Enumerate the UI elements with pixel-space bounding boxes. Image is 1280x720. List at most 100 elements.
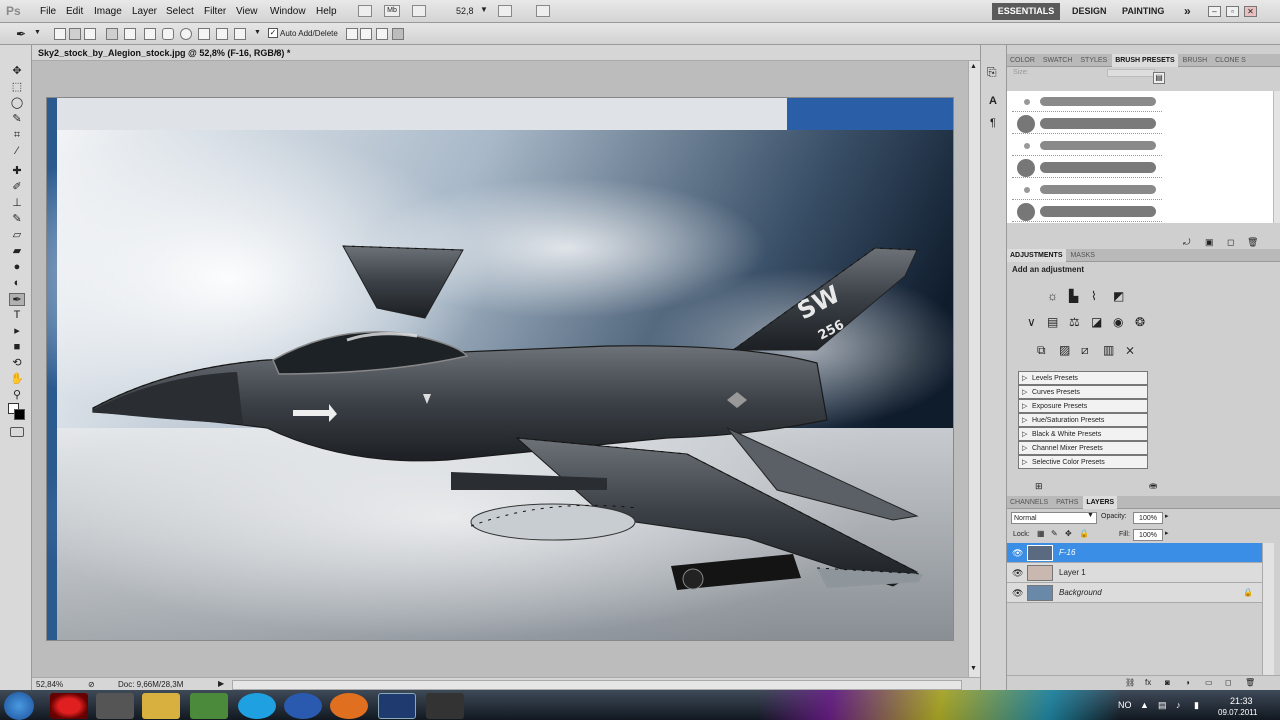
menu-edit[interactable]: Edit (66, 6, 83, 17)
volume-icon[interactable]: ♪ (1176, 700, 1181, 710)
shape-tool-icon[interactable]: ■ (9, 341, 25, 354)
blend-mode-dropdown-icon[interactable]: ▼ (1087, 512, 1094, 519)
tab-layers[interactable]: LAYERS (1083, 496, 1118, 509)
visibility-eye-icon[interactable]: 👁 (1012, 563, 1023, 583)
fill-slider-arrow-icon[interactable]: ▸ (1165, 529, 1169, 537)
layer-name[interactable]: Background (1059, 583, 1102, 603)
restore-button[interactable]: ▫ (1226, 6, 1239, 17)
workspace-painting[interactable]: PAINTING (1116, 3, 1170, 20)
black-white-icon[interactable]: ◪ (1091, 315, 1102, 329)
history-brush-tool-icon[interactable]: ✎ (9, 213, 25, 226)
brush-size-slider[interactable] (1107, 69, 1155, 77)
gradient-tool-icon[interactable]: ▰ (9, 245, 25, 258)
paragraph-panel-icon[interactable]: ¶ (990, 117, 996, 129)
scroll-down-icon[interactable]: ▼ (970, 665, 977, 672)
workspace-more-button[interactable]: » (1178, 3, 1197, 20)
tab-swatch[interactable]: SWATCH (1040, 54, 1076, 67)
posterize-icon[interactable]: ▨ (1059, 343, 1070, 357)
list-item[interactable] (1012, 179, 1162, 200)
new-preset-icon[interactable]: ◻ (1227, 237, 1234, 248)
bridge-icon[interactable] (358, 5, 372, 17)
minimize-button[interactable]: – (1208, 6, 1221, 17)
history-panel-icon[interactable]: ⎘ (987, 65, 997, 80)
selective-color-icon[interactable]: ⨯ (1125, 343, 1135, 357)
lock-all-icon[interactable]: 🔒 (1079, 529, 1089, 538)
list-item[interactable]: ▷ Black & White Presets (1018, 427, 1148, 441)
adjustments-options-icon[interactable]: ⛂ (1149, 481, 1157, 492)
expanded-view-icon[interactable]: ⊞ (1035, 481, 1043, 492)
custom-shape-icon[interactable] (234, 28, 246, 40)
healing-brush-tool-icon[interactable]: ✚ (9, 165, 25, 178)
blur-tool-icon[interactable]: ● (9, 261, 25, 274)
arrange-documents-icon[interactable] (498, 5, 512, 17)
layer-style-icon[interactable]: fx (1145, 678, 1151, 687)
layer-row-background[interactable]: 👁 Background 🔒 (1007, 583, 1262, 603)
brush-tool-icon[interactable]: ✐ (9, 181, 25, 194)
skype-taskbar-icon[interactable] (238, 693, 276, 719)
tab-channels[interactable]: CHANNELS (1007, 496, 1051, 509)
foreground-color-swatch[interactable] (14, 409, 25, 420)
layer-row-f16[interactable]: 👁 F-16 (1007, 543, 1262, 563)
curves-icon[interactable]: ⌇ (1091, 289, 1097, 303)
brush-list-scrollbar[interactable] (1273, 91, 1280, 223)
list-item[interactable]: ▷ Selective Color Presets (1018, 455, 1148, 469)
menu-layer[interactable]: Layer (132, 6, 157, 17)
channel-mixer-icon[interactable]: ❂ (1135, 315, 1145, 329)
menu-window[interactable]: Window (270, 6, 306, 17)
opacity-slider-arrow-icon[interactable]: ▸ (1165, 512, 1169, 520)
network-icon[interactable]: ▤ (1158, 700, 1167, 711)
lasso-tool-icon[interactable]: ◯ (9, 97, 25, 110)
gradient-map-icon[interactable]: ▥ (1103, 343, 1114, 357)
minecraft-taskbar-icon[interactable] (190, 693, 228, 719)
menu-help[interactable]: Help (316, 6, 337, 17)
zoom-level-field[interactable]: 52,8 (456, 6, 474, 16)
new-brush-icon[interactable]: ▣ (1205, 237, 1214, 248)
photoshop-taskbar-icon[interactable] (378, 693, 416, 719)
auto-add-delete-checkbox[interactable]: ✓ (268, 28, 278, 38)
media-taskbar-icon[interactable] (96, 693, 134, 719)
status-menu-arrow-icon[interactable]: ▶ (218, 679, 224, 688)
marquee-tool-icon[interactable]: ⬚ (9, 81, 25, 94)
rectangle-icon[interactable] (144, 28, 156, 40)
list-item[interactable]: ▷ Levels Presets (1018, 371, 1148, 385)
quick-mask-icon[interactable] (10, 427, 24, 437)
tab-paths[interactable]: PATHS (1053, 496, 1081, 509)
tab-brush[interactable]: BRUSH (1180, 54, 1211, 67)
opacity-input[interactable]: 100% (1133, 512, 1163, 524)
visibility-eye-icon[interactable]: 👁 (1012, 583, 1023, 603)
vibrance-icon[interactable]: ∨ (1027, 315, 1036, 329)
document-tab-title[interactable]: Sky2_stock_by_Alegion_stock.jpg @ 52,8% … (38, 48, 290, 58)
character-panel-icon[interactable]: A (989, 95, 997, 107)
list-item[interactable]: ▷ Curves Presets (1018, 385, 1148, 399)
shape-layers-icon[interactable] (54, 28, 66, 40)
rounded-rectangle-icon[interactable] (162, 28, 174, 40)
brightness-contrast-icon[interactable]: ☼ (1047, 289, 1058, 303)
tab-color[interactable]: COLOR (1007, 54, 1038, 67)
new-group-icon[interactable]: ▭ (1205, 678, 1213, 687)
add-to-path-icon[interactable] (346, 28, 358, 40)
line-icon[interactable] (216, 28, 228, 40)
layer-name[interactable]: F-16 (1059, 543, 1075, 563)
dodge-tool-icon[interactable]: ◐ (9, 277, 25, 290)
toggle-brush-panel-icon[interactable]: ⤾ (1183, 237, 1191, 248)
tab-clone-source[interactable]: CLONE S (1212, 54, 1249, 67)
invert-icon[interactable]: ⧉ (1037, 343, 1046, 358)
horizontal-scrollbar[interactable] (232, 680, 962, 690)
lock-image-icon[interactable]: ✎ (1051, 529, 1058, 538)
zoom-tool-icon[interactable]: ⚲ (9, 389, 25, 402)
list-item[interactable]: ▷ Hue/Saturation Presets (1018, 413, 1148, 427)
exclude-path-icon[interactable] (392, 28, 404, 40)
start-button[interactable] (4, 692, 34, 720)
hue-saturation-icon[interactable]: ▤ (1047, 315, 1058, 329)
adjustment-layer-icon[interactable]: ◑ (1185, 678, 1190, 687)
tab-masks[interactable]: MASKS (1067, 249, 1098, 262)
list-item[interactable] (1012, 91, 1162, 112)
type-tool-icon[interactable]: T (9, 309, 25, 322)
menu-filter[interactable]: Filter (204, 6, 226, 17)
workspace-essentials[interactable]: ESSENTIALS (992, 3, 1060, 20)
path-selection-tool-icon[interactable]: ▸ (9, 325, 25, 338)
freeform-pen-icon[interactable] (124, 28, 136, 40)
quick-select-tool-icon[interactable]: ✎ (9, 113, 25, 126)
layers-scrollbar[interactable] (1262, 543, 1274, 675)
3d-rotate-tool-icon[interactable]: ⟲ (9, 357, 25, 370)
